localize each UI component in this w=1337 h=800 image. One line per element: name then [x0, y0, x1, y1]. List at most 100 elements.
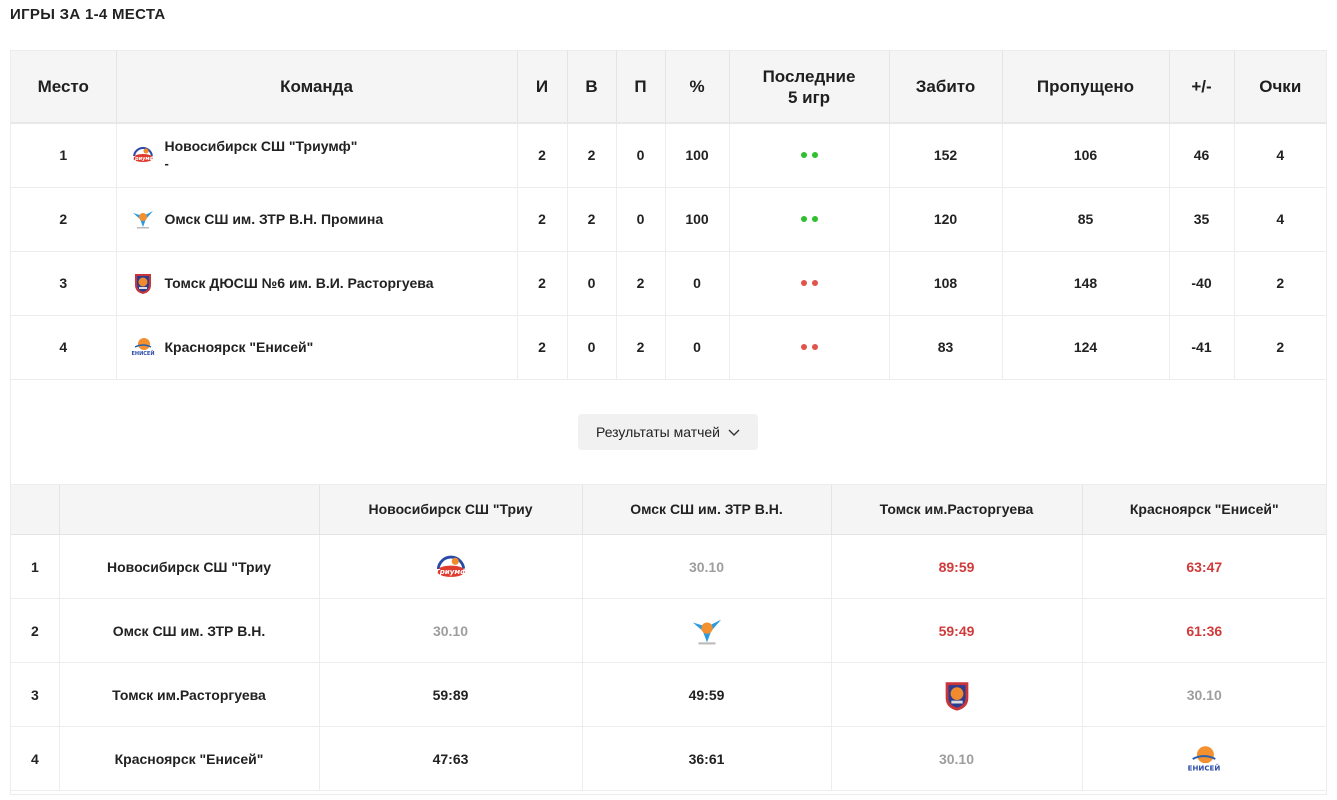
matrix-result-cell[interactable]: 49:59	[582, 662, 832, 727]
header-wins[interactable]: В	[567, 51, 617, 124]
header-games[interactable]: И	[517, 51, 568, 124]
section-title: ИГРЫ ЗА 1-4 МЕСТА	[10, 6, 166, 23]
scored-cell: 83	[889, 315, 1003, 380]
matrix-result-cell: ЕНИСЕЙ	[1082, 726, 1326, 791]
header-conceded[interactable]: Пропущено	[1002, 51, 1170, 124]
team-name[interactable]: Омск СШ им. ЗТР В.Н. Промина	[165, 211, 384, 227]
conceded-cell: 106	[1002, 122, 1170, 188]
matrix-rank-cell: 1	[11, 534, 60, 599]
matrix-result-cell	[582, 598, 832, 663]
games-cell: 2	[517, 251, 568, 316]
header-diff[interactable]: +/-	[1169, 51, 1235, 124]
wins-cell: 0	[567, 315, 617, 380]
standings-card: Место Команда И В П % Последние 5 игр Заб…	[10, 50, 1327, 795]
match-score: 59:49	[938, 622, 975, 639]
losses-cell: 0	[616, 122, 666, 188]
matrix-rank-cell: 4	[11, 726, 60, 791]
games-cell: 2	[517, 122, 568, 188]
diff-cell: -41	[1169, 315, 1235, 380]
matrix-result-cell[interactable]: 63:47	[1082, 534, 1326, 599]
matrix-rank-cell: 2	[11, 598, 60, 663]
team-name-block: Новосибирск СШ "Триумф" -	[165, 138, 358, 172]
header-pct[interactable]: %	[665, 51, 730, 124]
last5-dots	[730, 152, 889, 159]
matrix-header-team-3: Томск им.Расторгуева	[831, 484, 1083, 535]
team-name[interactable]: Красноярск "Енисей"	[165, 339, 314, 355]
last5-cell	[729, 187, 890, 252]
team-name-block: Красноярск "Енисей"	[165, 339, 314, 356]
tomsk-logo-icon	[131, 271, 155, 295]
header-scored[interactable]: Забито	[889, 51, 1003, 124]
pct-cell: 0	[665, 251, 730, 316]
matrix-result-cell[interactable]: 36:61	[582, 726, 832, 791]
conceded-cell: 85	[1002, 187, 1170, 252]
standings-row[interactable]: 2 Омск СШ им. ЗТР В.Н. Промина 2 2 0 100 120 85…	[11, 187, 1326, 252]
points-cell: 4	[1234, 122, 1326, 188]
match-score: 61:36	[1186, 622, 1223, 639]
team-name[interactable]: Новосибирск СШ "Триумф"	[165, 138, 358, 154]
team-wrap: Томск ДЮСШ №6 им. В.И. Расторгуева	[131, 271, 517, 295]
team-cell[interactable]: Томск ДЮСШ №6 им. В.И. Расторгуева	[116, 251, 518, 316]
results-button-zone: Результаты матчей	[11, 380, 1326, 485]
standings-row[interactable]: 1 Триумф Новосибирск СШ "Триумф" - 2 2 0 100 152…	[11, 122, 1326, 188]
matrix-team-cell[interactable]: Красноярск "Енисей"	[59, 726, 320, 791]
match-score: 59:89	[432, 686, 469, 703]
matrix-row: 2 Омск СШ им. ЗТР В.Н. 30.10 59:49 61:36	[11, 598, 1326, 663]
loss-dot-icon	[800, 280, 807, 286]
team-cell[interactable]: Омск СШ им. ЗТР В.Н. Промина	[116, 187, 518, 252]
matrix-result-cell[interactable]: 59:49	[831, 598, 1083, 663]
matrix-rank-cell: 3	[11, 662, 60, 727]
header-last5[interactable]: Последние 5 игр	[729, 51, 890, 124]
matrix-team-cell[interactable]: Томск им.Расторгуева	[59, 662, 320, 727]
header-team[interactable]: Команда	[116, 51, 518, 124]
team-cell[interactable]: Триумф Новосибирск СШ "Триумф" -	[116, 122, 518, 188]
matrix-result-cell[interactable]: 89:59	[831, 534, 1083, 599]
header-place[interactable]: Место	[11, 51, 117, 124]
matrix-team-cell[interactable]: Новосибирск СШ "Триу	[59, 534, 320, 599]
match-score: 47:63	[432, 750, 469, 767]
games-cell: 2	[517, 315, 568, 380]
matrix-result-cell[interactable]: 30.10	[582, 534, 832, 599]
pct-cell: 100	[665, 187, 730, 252]
omsk-logo-icon	[690, 614, 724, 648]
team-name[interactable]: Томск ДЮСШ №6 им. В.И. Расторгуева	[165, 275, 434, 291]
loss-dot-icon	[800, 344, 807, 350]
svg-text:ЕНИСЕЙ: ЕНИСЕЙ	[1188, 763, 1221, 772]
matrix-result-cell[interactable]: 47:63	[319, 726, 583, 791]
chevron-down-icon	[728, 424, 740, 440]
standings-row[interactable]: 4 ЕНИСЕЙ Красноярск "Енисей" 2 0 2 0 83 124 -41 2	[11, 315, 1326, 380]
match-score: 49:59	[688, 686, 725, 703]
matrix-result-cell[interactable]: 59:89	[319, 662, 583, 727]
matrix-result-cell[interactable]: 30.10	[319, 598, 583, 663]
pct-cell: 0	[665, 315, 730, 380]
matrix-header-rank	[11, 484, 60, 535]
standings-table: Место Команда И В П % Последние 5 игр Заб…	[11, 51, 1326, 380]
matrix-result-cell[interactable]: 30.10	[831, 726, 1083, 791]
last5-cell	[729, 251, 890, 316]
match-date: 30.10	[432, 622, 469, 639]
matrix-result-cell[interactable]: 61:36	[1082, 598, 1326, 663]
team-cell[interactable]: ЕНИСЕЙ Красноярск "Енисей"	[116, 315, 518, 380]
results-toggle-button[interactable]: Результаты матчей	[578, 413, 758, 450]
matrix-team-cell[interactable]: Омск СШ им. ЗТР В.Н.	[59, 598, 320, 663]
matrix-header-team-4: Красноярск "Енисей"	[1082, 484, 1326, 535]
conceded-cell: 124	[1002, 315, 1170, 380]
scored-cell: 120	[889, 187, 1003, 252]
header-last5-line1: Последние	[762, 66, 856, 86]
enisey-logo-icon: ЕНИСЕЙ	[131, 335, 155, 359]
matrix-row: 3 Томск им.Расторгуева 59:89 49:59 30.10	[11, 662, 1326, 727]
header-points[interactable]: Очки	[1234, 51, 1326, 124]
svg-text:Триумф: Триумф	[434, 567, 466, 576]
matrix-header-team-1: Новосибирск СШ "Триу	[319, 484, 583, 535]
wins-cell: 2	[567, 187, 617, 252]
matrix-result-cell[interactable]: 30.10	[1082, 662, 1326, 727]
svg-text:Триумф: Триумф	[131, 155, 154, 162]
header-losses[interactable]: П	[616, 51, 666, 124]
standings-row[interactable]: 3 Томск ДЮСШ №6 им. В.И. Расторгуева 2 0 2 0 1…	[11, 251, 1326, 316]
points-cell: 4	[1234, 187, 1326, 252]
match-date: 30.10	[688, 558, 725, 575]
win-dot-icon	[800, 152, 807, 159]
loss-dot-icon	[811, 280, 818, 286]
triumf-logo-icon: Триумф	[131, 143, 155, 167]
match-score: 36:61	[688, 750, 725, 767]
